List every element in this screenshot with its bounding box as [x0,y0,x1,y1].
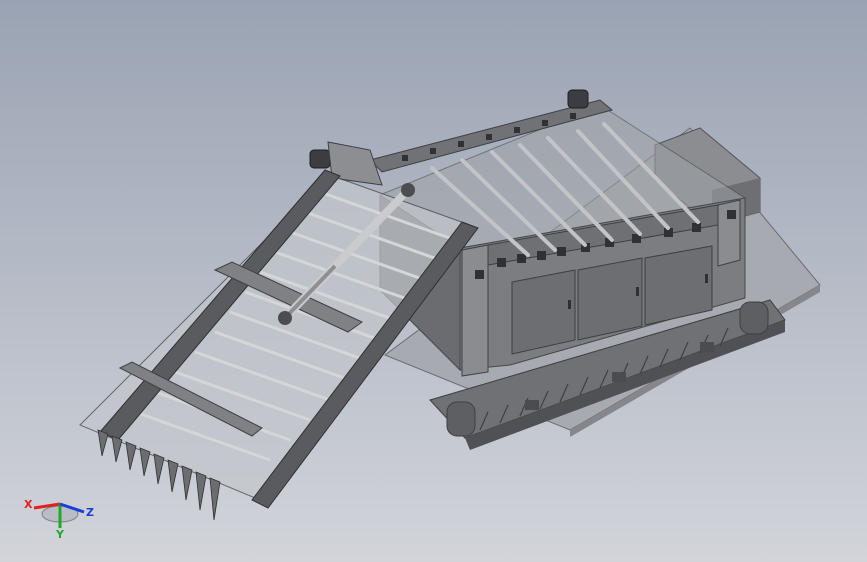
motor-front [309,149,331,169]
harvester-3d-model[interactable] [0,0,867,562]
coordinate-triad[interactable]: X Y Z [20,488,100,548]
axis-z-label: Z [86,506,94,519]
axis-y-label: Y [56,528,64,541]
motor-rear [567,89,589,109]
cabinet-door-2 [577,257,643,341]
cabinet-door-1 [511,269,576,355]
axis-x-label: X [24,498,33,511]
cad-viewport[interactable]: X Y Z [0,0,867,562]
